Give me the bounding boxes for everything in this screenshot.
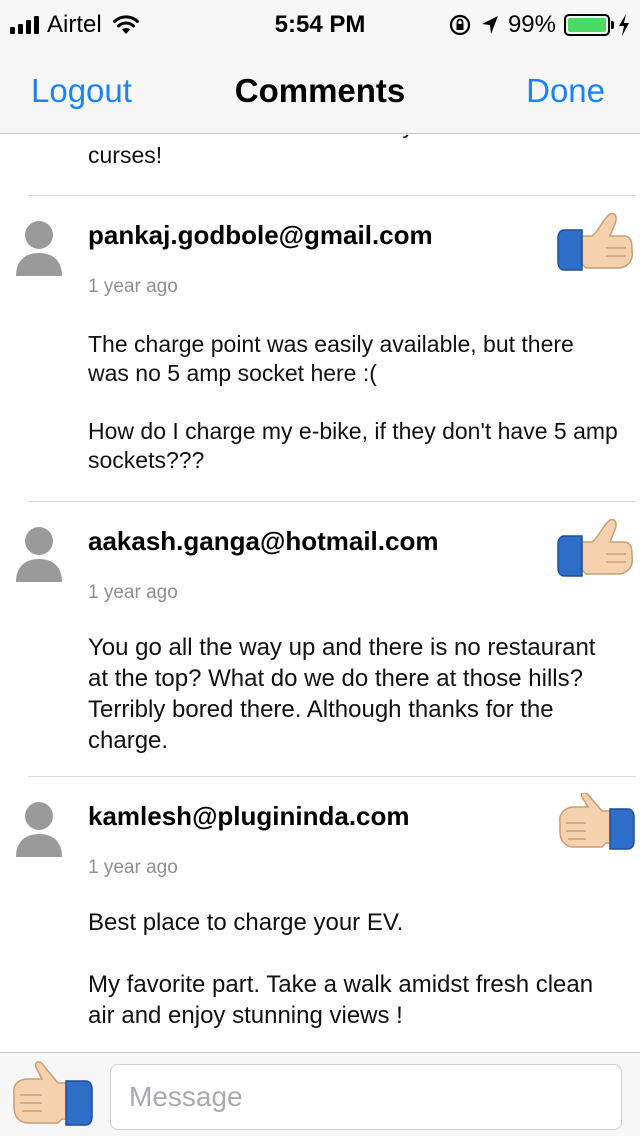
comment-time: 1 year ago [88,582,178,603]
comment-paragraph: How do I charge my e-bike, if they don't… [88,418,618,473]
battery-icon [564,14,614,36]
comments-list[interactable]: reachable and we decided to try out luck… [0,135,640,1052]
comment-body: The charge point was easily available, b… [88,330,618,504]
comment-time: 1 year ago [88,857,178,878]
avatar-icon [16,221,62,276]
comment-author[interactable]: aakash.ganga@hotmail.com [88,526,438,557]
comment-paragraph: Best place to charge your EV. [88,909,404,936]
compose-bar [0,1052,640,1136]
comment-author[interactable]: pankaj.godbole@gmail.com [88,220,433,251]
comment-body: Best place to charge your EV. My favorit… [88,907,618,1052]
thumbs-up-icon[interactable] [8,1061,96,1133]
navigation-bar: Logout Comments Done [0,50,640,134]
comment-time: 1 year ago [88,276,178,297]
thumbs-down-icon [557,212,634,271]
message-input[interactable] [110,1064,622,1130]
thumbs-up-icon [558,793,635,850]
comment-item: aakash.ganga@hotmail.com 1 year ago You … [16,501,636,776]
comment-author[interactable]: kamlesh@plugininda.com [88,801,410,832]
charging-icon [619,14,629,36]
done-button[interactable]: Done [526,72,605,110]
avatar-icon [16,527,62,582]
comment-body: You go all the way up and there is no re… [88,632,618,785]
comment-item: kamlesh@plugininda.com 1 year ago Best p… [16,776,636,1052]
battery-percent: 99% [507,11,556,38]
rotation-lock-icon [449,14,471,36]
partial-comment-text: reachable and we decided to try out luck… [88,135,557,168]
comment-item: pankaj.godbole@gmail.com 1 year ago The … [16,195,636,504]
avatar-icon [16,802,62,857]
status-bar: Airtel 5:54 PM 99% [0,0,640,50]
comment-paragraph: You go all the way up and there is no re… [88,634,596,754]
comment-paragraph: The charge point was easily available, b… [88,331,574,386]
comment-paragraph: My favorite part. Take a walk amidst fre… [88,971,594,1029]
location-icon [481,16,498,34]
thumbs-down-icon [557,518,634,577]
